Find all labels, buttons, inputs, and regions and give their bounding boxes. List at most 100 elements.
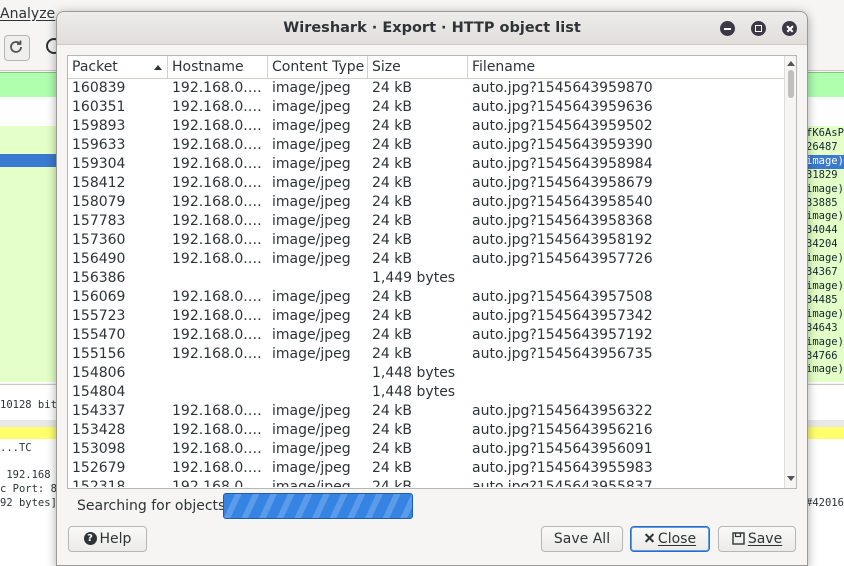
reload-button[interactable] [4, 35, 30, 61]
cell-hostname: 192.168.0.3... [172, 403, 266, 419]
cell-hostname: 192.168.0.3... [172, 232, 266, 248]
packet-list-selected-row[interactable] [0, 154, 56, 167]
cell-packet: 156069 [72, 289, 126, 305]
save-button-label: Save [747, 531, 783, 547]
table-row[interactable]: 159893 192.168.0.3... image/jpeg 24 kB auto.… [68, 117, 784, 136]
column-header-packet[interactable]: Packet [68, 56, 168, 78]
table-row[interactable]: 160351 192.168.0.3... image/jpeg 24 kB auto.… [68, 98, 784, 117]
cell-size: 24 kB [372, 251, 412, 267]
scroll-down-icon[interactable] [787, 476, 795, 481]
table-row[interactable]: 156386 1,449 bytes [68, 269, 784, 288]
table-body: 160839 192.168.0.3... image/jpeg 24 kB auto.… [68, 79, 784, 487]
cell-packet: 159304 [72, 156, 126, 172]
cell-content-type [272, 364, 368, 383]
object-table[interactable]: Packet Hostname Content Type Size Filena… [67, 55, 797, 489]
table-row[interactable]: 156490 192.168.0.3... image/jpeg 24 kB auto.… [68, 250, 784, 269]
save-button[interactable]: Save [718, 526, 796, 552]
column-header-hostname[interactable]: Hostname [168, 56, 268, 78]
maximize-icon[interactable] [751, 21, 766, 36]
vertical-scrollbar[interactable] [784, 56, 796, 488]
table-row[interactable]: 155723 192.168.0.3... image/jpeg 24 kB auto.… [68, 307, 784, 326]
table-row[interactable]: 154337 192.168.0.3... image/jpeg 24 kB auto.… [68, 402, 784, 421]
cell-size: 24 kB [372, 441, 412, 457]
reload-icon [10, 40, 22, 53]
cell-filename: auto.jpg?1545643959870 [472, 80, 653, 96]
cell-size: 24 kB [372, 175, 412, 191]
dialog-titlebar[interactable]: Wireshark · Export · HTTP object list [57, 12, 807, 45]
table-header: Packet Hostname Content Type Size Filena… [68, 56, 784, 79]
cell-hostname [172, 364, 266, 383]
cell-content-type: image/jpeg [272, 213, 351, 229]
table-row[interactable]: 152318 192.168.0.3... image/jpeg 24 kB auto.… [68, 478, 784, 487]
table-row[interactable]: 152679 192.168.0.3... image/jpeg 24 kB auto.… [68, 459, 784, 478]
cell-packet: 154337 [72, 403, 126, 419]
table-row[interactable]: 155470 192.168.0.3... image/jpeg 24 kB auto.… [68, 326, 784, 345]
table-row[interactable]: 158079 192.168.0.3... image/jpeg 24 kB auto.… [68, 193, 784, 212]
minimize-icon[interactable] [720, 21, 735, 36]
cell-filename: auto.jpg?1545643957726 [472, 251, 653, 267]
close-icon[interactable] [782, 21, 797, 36]
cell-size: 1,448 bytes [372, 384, 456, 400]
cell-size: 24 kB [372, 194, 412, 210]
cell-packet: 158412 [72, 175, 126, 191]
table-row[interactable]: 159633 192.168.0.3... image/jpeg 24 kB auto.… [68, 136, 784, 155]
cell-hostname: 192.168.0.3... [172, 99, 266, 115]
table-row[interactable]: 153098 192.168.0.3... image/jpeg 24 kB auto.… [68, 440, 784, 459]
cell-packet: 157783 [72, 213, 126, 229]
cell-hostname: 192.168.0.3... [172, 327, 266, 343]
column-header-content-type[interactable]: Content Type [268, 56, 368, 78]
packet-info-cell: image) [806, 252, 844, 265]
table-row[interactable]: 158412 192.168.0.3... image/jpeg 24 kB auto.… [68, 174, 784, 193]
help-button[interactable]: ? Help [68, 526, 147, 552]
table-row[interactable]: 157360 192.168.0.3... image/jpeg 24 kB auto.… [68, 231, 784, 250]
cell-packet: 160839 [72, 80, 126, 96]
packet-info-cell: 31829 [806, 168, 838, 181]
cell-packet: 155156 [72, 346, 126, 362]
cell-content-type: image/jpeg [272, 441, 351, 457]
cell-size: 24 kB [372, 99, 412, 115]
table-row[interactable]: 160839 192.168.0.3... image/jpeg 24 kB auto.… [68, 79, 784, 98]
sort-ascending-icon [154, 65, 162, 70]
table-row[interactable]: 153428 192.168.0.3... image/jpeg 24 kB auto.… [68, 421, 784, 440]
packet-info-column: fK6AsP 26487 image) 31829 image) 33885 image) 3… [806, 127, 844, 377]
cell-packet: 157360 [72, 232, 126, 248]
cell-content-type: image/jpeg [272, 251, 351, 267]
column-header-filename[interactable]: Filename [468, 56, 784, 78]
cell-packet: 156490 [72, 251, 126, 267]
packet-info-cell: image) [806, 182, 844, 195]
packet-info-cell: 34204 [806, 238, 838, 251]
cell-hostname: 192.168.0.3... [172, 175, 266, 191]
table-row[interactable]: 154804 1,448 bytes [68, 383, 784, 402]
table-row[interactable]: 157783 192.168.0.3... image/jpeg 24 kB auto.… [68, 212, 784, 231]
column-header-size[interactable]: Size [368, 56, 468, 78]
cell-content-type [272, 383, 368, 402]
cell-hostname: 192.168.0.3... [172, 308, 266, 324]
cell-filename [472, 364, 782, 383]
cell-hostname: 192.168.0.3... [172, 422, 266, 438]
scrollbar-thumb[interactable] [788, 70, 794, 98]
cell-filename: auto.jpg?1545643958679 [472, 175, 653, 191]
help-icon: ? [83, 531, 97, 545]
table-row[interactable]: 155156 192.168.0.3... image/jpeg 24 kB auto.… [68, 345, 784, 364]
cell-size: 1,448 bytes [372, 365, 456, 381]
close-button-label: Close [657, 531, 697, 547]
cell-packet: 155723 [72, 308, 126, 324]
cell-content-type: image/jpeg [272, 422, 351, 438]
cell-filename: auto.jpg?1545643958192 [472, 232, 653, 248]
detail-line: #42016 [806, 497, 844, 509]
menu-analyze[interactable]: Analyze [0, 6, 55, 22]
cell-content-type: image/jpeg [272, 403, 351, 419]
cell-filename: auto.jpg?1545643956091 [472, 441, 653, 457]
packet-info-cell: image) [806, 210, 844, 223]
cell-hostname [172, 383, 266, 402]
table-row[interactable]: 156069 192.168.0.3... image/jpeg 24 kB auto.… [68, 288, 784, 307]
cell-size: 24 kB [372, 213, 412, 229]
packet-info-cell: image) [806, 279, 844, 292]
packet-info-cell: 34643 [806, 321, 838, 334]
table-row[interactable]: 154806 1,448 bytes [68, 364, 784, 383]
close-button[interactable]: Close [630, 526, 710, 552]
save-all-button[interactable]: Save All [541, 526, 623, 552]
status-label: Searching for objects [77, 498, 226, 514]
scroll-up-icon[interactable] [787, 61, 795, 66]
table-row[interactable]: 159304 192.168.0.3... image/jpeg 24 kB auto.… [68, 155, 784, 174]
